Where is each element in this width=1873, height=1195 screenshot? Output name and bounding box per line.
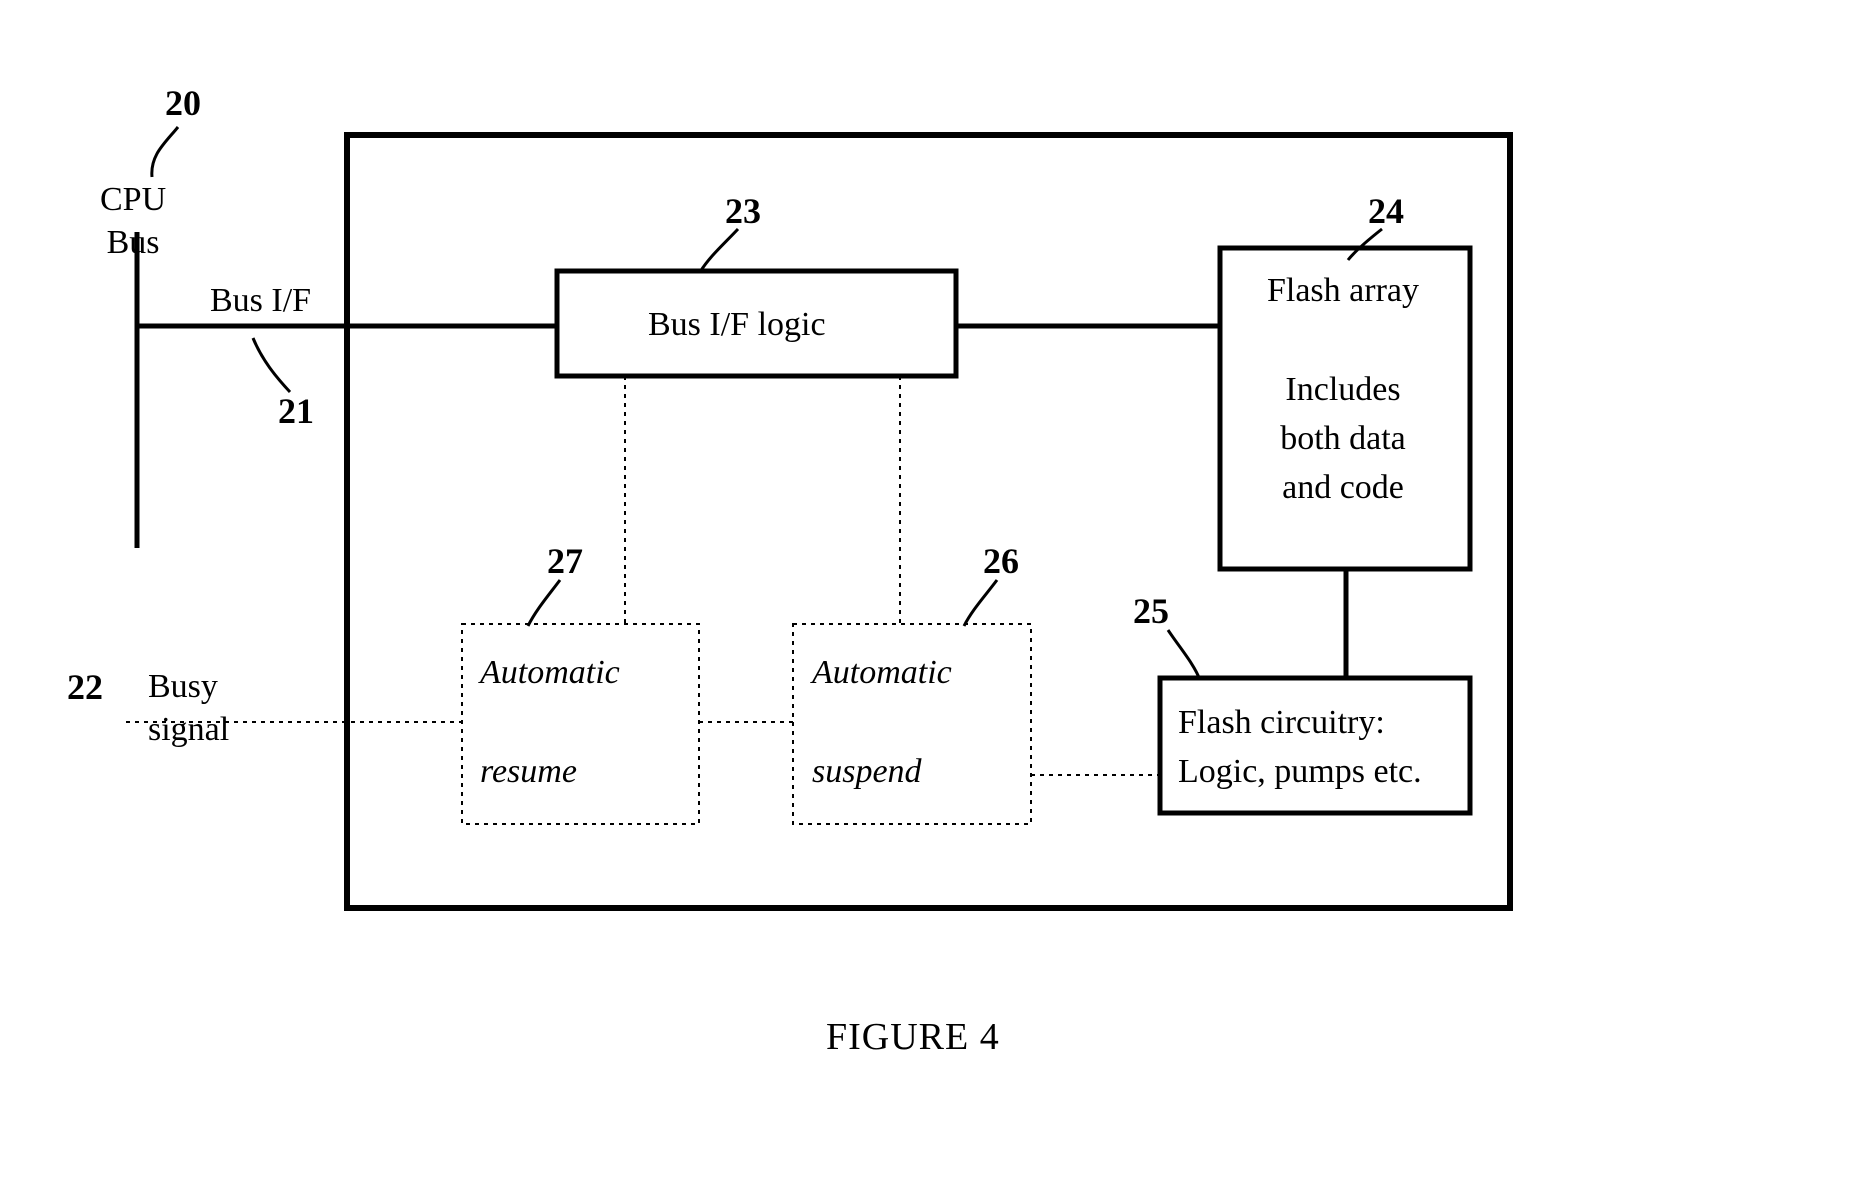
auto-resume-label: Automatic resume	[480, 648, 620, 796]
cpu-bus-label: CPU Bus	[100, 179, 166, 264]
busy-signal-label: Busy signal	[148, 666, 229, 751]
ref-25: 25	[1133, 590, 1169, 632]
ref-27: 27	[547, 540, 583, 582]
ref-22: 22	[67, 666, 103, 708]
ref-20: 20	[165, 82, 201, 124]
flash-array-label: Flash array Includes both data and code	[1253, 266, 1433, 512]
ref-26: 26	[983, 540, 1019, 582]
figure-caption: FIGURE 4	[826, 1015, 1000, 1059]
ref-21: 21	[278, 390, 314, 432]
ref-23: 23	[725, 190, 761, 232]
auto-suspend-label: Automatic suspend	[812, 648, 952, 796]
flash-circuitry-label: Flash circuitry: Logic, pumps etc.	[1178, 698, 1422, 797]
bus-if-label: Bus I/F	[210, 280, 311, 323]
ref-24: 24	[1368, 190, 1404, 232]
bus-if-logic-label: Bus I/F logic	[648, 300, 826, 349]
